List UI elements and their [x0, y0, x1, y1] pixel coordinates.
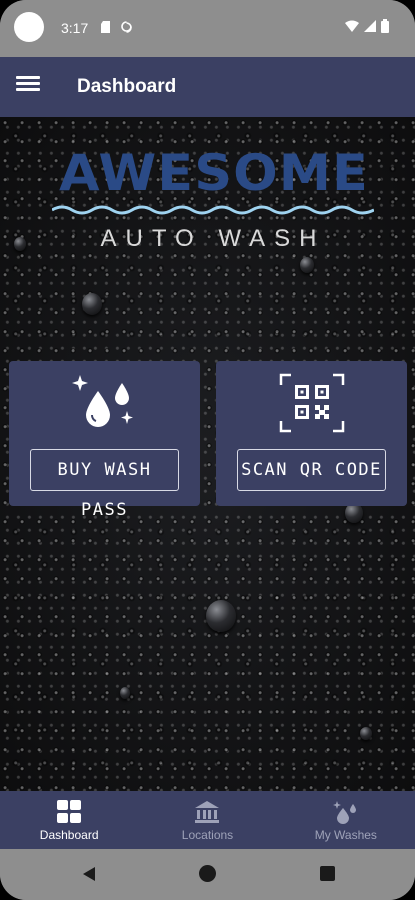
recents-icon[interactable] — [320, 866, 335, 881]
scan-qr-code-card[interactable]: SCAN QR CODE — [216, 361, 407, 506]
status-icons-right — [345, 19, 389, 33]
water-droplet — [206, 600, 236, 632]
status-time: 3:17 — [61, 20, 89, 36]
drops-sparkle-icon — [332, 801, 356, 824]
system-navigation-bar — [0, 849, 415, 900]
water-droplet — [14, 237, 26, 251]
nav-label-locations: Locations — [181, 828, 234, 842]
wifi-icon — [345, 20, 359, 32]
buy-wash-pass-card[interactable]: BUY WASH PASS — [9, 361, 200, 520]
qr-code-icon — [279, 373, 344, 433]
phone-screen: 3:17 Dashboard AWESOME AUTO WASH BUY WAS… — [0, 0, 415, 900]
water-droplet — [345, 503, 363, 523]
back-icon[interactable] — [82, 866, 96, 882]
nav-item-dashboard[interactable]: Dashboard — [0, 791, 138, 849]
logo-wave-icon — [52, 205, 374, 215]
dashboard-content: AWESOME AUTO WASH BUY WASH PASS SCAN QR … — [0, 117, 415, 791]
sd-card-icon — [101, 21, 110, 33]
camera-cutout — [14, 12, 44, 42]
water-droplet — [300, 257, 314, 273]
water-droplet — [120, 687, 130, 699]
nav-item-locations[interactable]: Locations — [138, 791, 276, 849]
water-droplet — [82, 293, 102, 315]
bank-building-icon — [195, 801, 220, 823]
water-drops-sparkle-icon — [71, 375, 133, 427]
nav-label-my-washes: My Washes — [314, 828, 377, 842]
water-droplet — [360, 727, 372, 740]
sync-icon — [121, 21, 132, 33]
page-title: Dashboard — [77, 76, 177, 97]
nav-label-dashboard: Dashboard — [39, 828, 99, 842]
app-bar: Dashboard — [0, 57, 415, 117]
bottom-navigation: Dashboard Locations My Washes — [0, 791, 415, 849]
logo-wordmark: AWESOME — [59, 144, 369, 202]
dashboard-grid-icon — [57, 800, 82, 823]
battery-icon — [381, 19, 389, 33]
scan-qr-code-button[interactable]: SCAN QR CODE — [237, 449, 386, 491]
logo-tagline: AUTO WASH — [100, 225, 326, 252]
status-bar: 3:17 — [0, 0, 415, 57]
signal-icon — [364, 20, 376, 32]
hamburger-menu-icon[interactable] — [12, 73, 44, 99]
buy-wash-pass-button[interactable]: BUY WASH PASS — [30, 449, 179, 520]
nav-item-my-washes[interactable]: My Washes — [277, 791, 415, 849]
home-icon[interactable] — [199, 865, 216, 882]
